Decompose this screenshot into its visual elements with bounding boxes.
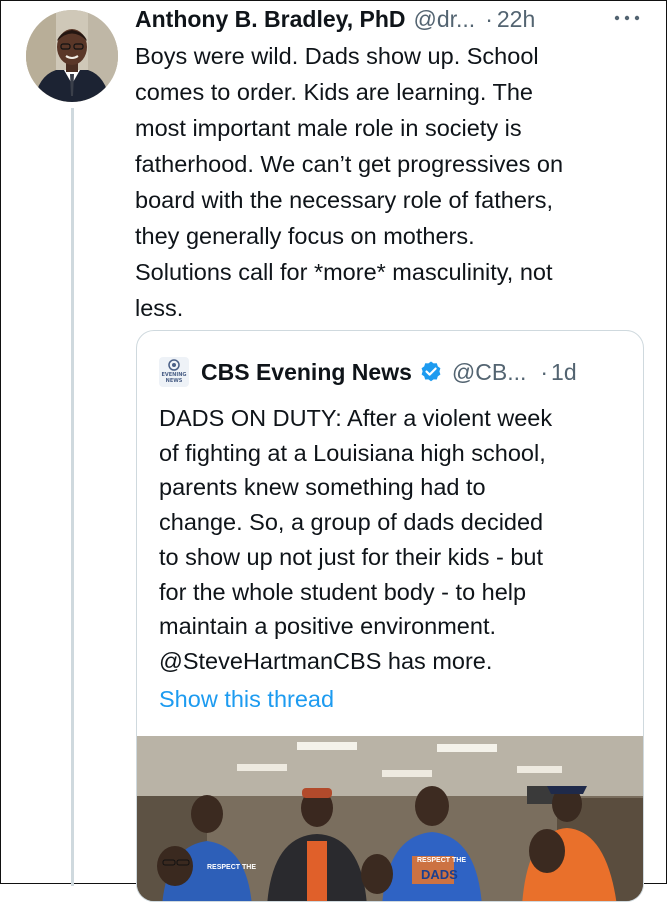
shirt-text: DADS bbox=[421, 867, 458, 882]
quoted-tweet-timestamp[interactable]: 1d bbox=[551, 359, 577, 386]
more-horizontal-icon[interactable] bbox=[611, 10, 643, 26]
quoted-text-line: maintain a positive environment. bbox=[159, 613, 497, 640]
tweet-timestamp[interactable]: 22h bbox=[497, 6, 535, 33]
tweet-text-line: Boys were wild. Dads show up. School bbox=[135, 43, 539, 69]
author-avatar[interactable] bbox=[26, 10, 118, 102]
quoted-text-line: @SteveHartmanCBS has more. bbox=[159, 647, 493, 674]
shirt-text: RESPECT THE bbox=[417, 857, 467, 864]
separator-dot: · bbox=[485, 6, 493, 32]
quoted-tweet-card[interactable]: EVENING NEWS CBS Evening News @CB... · 1… bbox=[136, 330, 644, 902]
tweet-text-line: Solutions call for *more* masculinity, n… bbox=[135, 259, 553, 285]
author-handle[interactable]: @dr... bbox=[414, 6, 476, 33]
quoted-text-line: of fighting at a Louisiana high school, bbox=[159, 439, 546, 466]
quoted-author-name[interactable]: CBS Evening News bbox=[201, 359, 412, 386]
separator-dot: · bbox=[540, 358, 549, 385]
tweet-text-line: comes to order. Kids are learning. The bbox=[135, 79, 533, 105]
quoted-tweet-text: DADS ON DUTY: After a violent week of fi… bbox=[159, 401, 629, 679]
quoted-text-line: DADS ON DUTY: After a violent week bbox=[159, 405, 553, 431]
tweet-text-line: fatherhood. We can’t get progressives on bbox=[135, 151, 564, 177]
tweet-text-line: most important male role in society is bbox=[135, 115, 522, 141]
tweet-text-line: less. bbox=[135, 295, 184, 321]
tweet-header: Anthony B. Bradley, PhD @dr... · 22h bbox=[135, 6, 655, 38]
quoted-text-line: parents knew something had to bbox=[159, 474, 486, 501]
tweet-text-line: board with the necessary role of fathers… bbox=[135, 187, 553, 213]
quoted-tweet-header: EVENING NEWS CBS Evening News @CB... · 1… bbox=[159, 355, 629, 389]
quoted-tweet-media[interactable]: RESPECT THE RESPECT THE DADS bbox=[137, 736, 643, 901]
tweet-text-line: they generally focus on mothers. bbox=[135, 223, 475, 249]
show-thread-link[interactable]: Show this thread bbox=[159, 686, 334, 713]
quoted-author-handle[interactable]: @CB... bbox=[452, 359, 526, 386]
author-name[interactable]: Anthony B. Bradley, PhD bbox=[135, 6, 406, 33]
media-photo bbox=[137, 736, 643, 901]
cbs-news-logo-icon: EVENING NEWS bbox=[159, 357, 189, 387]
svg-text:NEWS: NEWS bbox=[166, 378, 183, 384]
quoted-text-line: to show up not just for their kids - but bbox=[159, 543, 544, 570]
tweet-text: Boys were wild. Dads show up. School com… bbox=[135, 38, 640, 326]
avatar-photo bbox=[26, 10, 118, 102]
shirt-text: RESPECT THE bbox=[207, 864, 257, 871]
quoted-text-line: change. So, a group of dads decided bbox=[159, 509, 544, 536]
quoted-text-line: for the whole student body - to help bbox=[159, 578, 527, 605]
thread-line bbox=[71, 108, 74, 886]
verified-badge-icon bbox=[421, 361, 441, 382]
